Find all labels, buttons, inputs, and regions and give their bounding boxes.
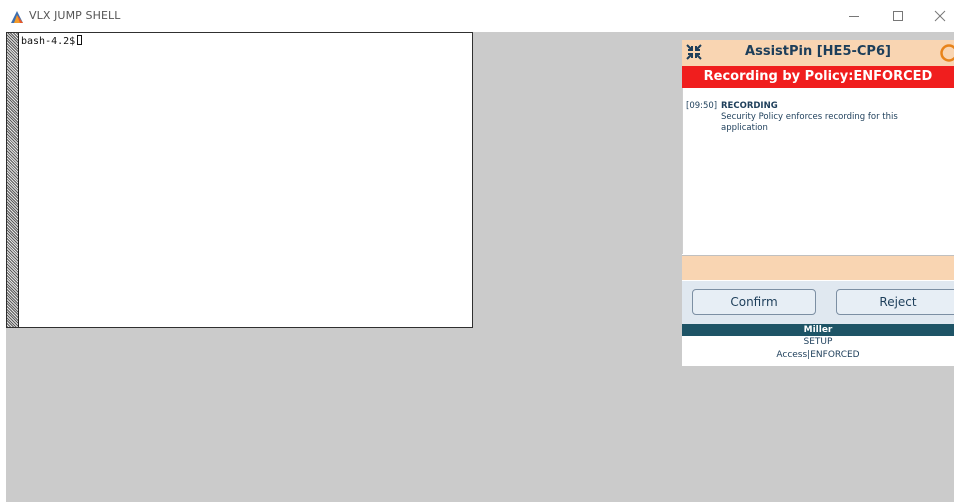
message-input[interactable] [682, 255, 954, 280]
terminal-output[interactable]: bash-4.2$ [21, 35, 83, 48]
status-ring-icon [939, 43, 954, 63]
close-button[interactable] [920, 0, 954, 32]
assistpin-panel: AssistPin [HE5-CP6] Recording by Policy:… [682, 40, 954, 366]
event-log: [09:50] RECORDING Security Policy enforc… [682, 88, 953, 254]
shell-prompt: bash-4.2$ [21, 36, 76, 47]
workspace: bash-4.2$ AssistPin [HE5-CP6] Recording … [6, 32, 954, 502]
maximize-button[interactable] [878, 0, 918, 32]
close-icon [934, 10, 946, 22]
log-timestamp: [09:50] [686, 101, 718, 111]
log-heading: RECORDING [721, 101, 778, 111]
access-status: Access|ENFORCED [776, 350, 860, 360]
mode-label: SETUP [803, 337, 833, 347]
terminal-scrollbar[interactable] [7, 33, 19, 327]
reject-button[interactable]: Reject [836, 289, 954, 315]
text-cursor [77, 35, 83, 45]
maximize-icon [893, 11, 903, 21]
terminal-window[interactable]: bash-4.2$ [6, 32, 473, 328]
user-name-bar: Miller [682, 324, 954, 336]
action-buttons: Confirm Reject [682, 281, 954, 324]
app-logo-icon [10, 9, 24, 23]
recording-policy-banner: Recording by Policy:ENFORCED [682, 66, 954, 88]
log-message: Security Policy enforces recording for t… [721, 112, 898, 133]
panel-header: AssistPin [HE5-CP6] [682, 40, 954, 66]
minimize-icon [849, 16, 859, 17]
confirm-button[interactable]: Confirm [692, 289, 816, 315]
window-title: VLX JUMP SHELL [29, 9, 121, 22]
panel-title: AssistPin [HE5-CP6] [745, 44, 891, 59]
title-bar: VLX JUMP SHELL [0, 0, 954, 32]
minimize-button[interactable] [834, 0, 874, 32]
